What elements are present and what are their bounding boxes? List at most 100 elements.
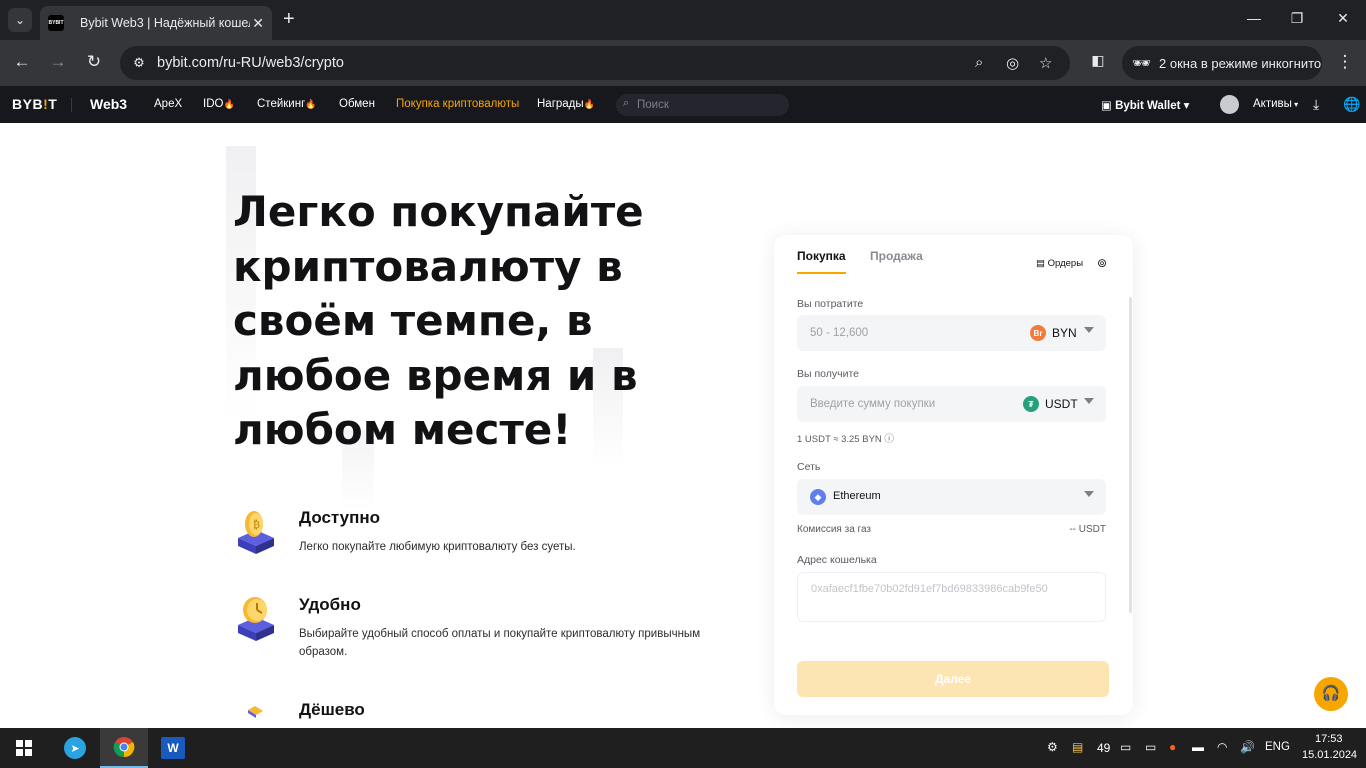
fire-icon: 🔥 [223, 99, 235, 109]
assets-label: Активы [1253, 98, 1292, 110]
clock-time[interactable]: 17:53 [1315, 733, 1343, 745]
wallet-icon: ▣ [1101, 100, 1116, 112]
tray-device-icon[interactable]: ▭ [1145, 740, 1156, 754]
network-label: Сеть [797, 461, 821, 473]
nav-link-label: Стейкинг [257, 98, 306, 110]
chevron-down-icon: ▾ [1291, 100, 1299, 109]
tray-network-activity-icon[interactable]: ⚙ [1047, 740, 1058, 754]
chevron-down-icon[interactable] [1084, 398, 1094, 404]
tab-search-button[interactable]: ⌄ [8, 8, 32, 32]
assets-menu[interactable]: Активы ▾ [1253, 98, 1298, 110]
back-arrow-icon[interactable]: ← [11, 52, 33, 72]
ethereum-icon: ◆ [810, 489, 826, 505]
url-text[interactable]: bybit.com/ru-RU/web3/crypto [157, 55, 344, 71]
incognito-indicator[interactable]: 🕶 2 окна в режиме инкогнито [1122, 46, 1322, 80]
active-tab-indicator [797, 272, 846, 274]
tab-sell[interactable]: Продажа [870, 249, 923, 263]
site-info-icon[interactable]: ⚙ [128, 52, 150, 74]
support-headset-icon[interactable]: 🎧 [1314, 677, 1348, 711]
forward-arrow-icon[interactable]: → [47, 52, 69, 72]
tray-display-icon[interactable]: ▭ [1120, 740, 1131, 754]
language-indicator[interactable]: ENG [1265, 741, 1290, 753]
wallet-selector[interactable]: ▣ Bybit Wallet ▾ [1101, 98, 1189, 112]
fire-icon: 🔥 [583, 99, 595, 109]
bybit-favicon-icon: BYBIT [48, 15, 64, 31]
network-select[interactable]: ◆ Ethereum [797, 479, 1106, 515]
price-tag-icon [248, 706, 263, 718]
chevron-down-icon[interactable] [1084, 327, 1094, 333]
tray-avast-icon[interactable]: ● [1169, 740, 1176, 754]
globe-icon[interactable]: 🌐 [1343, 96, 1360, 113]
settings-icon[interactable]: ⊚ [1097, 256, 1107, 270]
rate-text: 1 USDT ≈ 3.25 BYN [797, 434, 882, 445]
exchange-rate: 1 USDT ≈ 3.25 BYN ⓘ [797, 431, 894, 445]
spend-currency-select[interactable]: Br BYN [1030, 325, 1077, 341]
avatar[interactable] [1220, 95, 1239, 114]
spend-label: Вы потратите [797, 298, 864, 310]
nav-link-rewards[interactable]: Награды🔥 [537, 98, 595, 110]
zoom-icon[interactable]: ⌕ [975, 54, 983, 71]
svg-text:₿: ₿ [253, 519, 260, 531]
bookmark-star-icon[interactable]: ☆ [1039, 54, 1052, 72]
volume-icon[interactable]: 🔊 [1240, 740, 1255, 754]
spend-amount-input[interactable] [810, 315, 1010, 351]
spend-field: Br BYN [797, 315, 1106, 351]
tray-app-icon[interactable]: ▤ [1072, 740, 1083, 754]
reload-icon[interactable]: ↻ [83, 52, 105, 72]
restore-icon[interactable]: ❐ [1287, 10, 1307, 27]
tab-title: Bybit Web3 | Надёжный кошелёк [80, 16, 250, 30]
tab-buy[interactable]: Покупка [797, 249, 846, 263]
new-tab-button[interactable]: + [283, 8, 295, 30]
word-icon: W [161, 737, 185, 759]
search-icon: ⌕ [623, 97, 630, 109]
tray-temperature[interactable]: 49 [1097, 741, 1110, 755]
chevron-down-icon[interactable] [1084, 491, 1094, 497]
chrome-app[interactable] [100, 728, 148, 768]
browser-tab[interactable]: BYBIT Bybit Web3 | Надёжный кошелёк ✕ [40, 6, 272, 40]
wallet-address-field[interactable]: 0xafaecf1fbe70b02fd91ef7bd69833986cab9fe… [797, 572, 1106, 622]
wifi-icon[interactable]: ◠ [1217, 740, 1227, 754]
receive-currency-select[interactable]: ₮ USDT [1023, 396, 1078, 412]
logo-text-tail: T [48, 96, 58, 112]
close-tab-icon[interactable]: ✕ [252, 15, 264, 32]
incognito-icon: 🕶 [1132, 55, 1152, 72]
receive-field: ₮ USDT [797, 386, 1106, 422]
web3-brand[interactable]: Web3 [90, 96, 127, 112]
telegram-app[interactable]: ➤ [51, 728, 99, 768]
eye-off-icon[interactable]: ◎ [1006, 54, 1019, 72]
search-input[interactable] [637, 94, 777, 116]
feature-description: Выбирайте удобный способ оплаты и покупа… [299, 628, 701, 658]
windows-start-button[interactable] [0, 728, 48, 768]
orders-label: Ордеры [1047, 258, 1084, 269]
fire-icon: 🔥 [305, 99, 317, 109]
nav-link-ido[interactable]: IDO🔥 [203, 98, 235, 110]
nav-link-staking[interactable]: Стейкинг🔥 [257, 98, 316, 110]
windows-taskbar: ➤ W ⚙ ▤ 49 ▭ ▭ ● ▬ ◠ 🔊 ENG 17:53 15.01.2… [0, 728, 1366, 768]
nav-link-apex[interactable]: ApeX [154, 98, 182, 110]
bybit-logo[interactable]: BYB!T [12, 96, 57, 112]
minimize-icon[interactable]: — [1244, 10, 1264, 26]
hero-title: Легко покупайте криптовалюту в своём тем… [233, 187, 644, 454]
address-bar[interactable]: ⚙ bybit.com/ru-RU/web3/crypto ⌕ ◎ ☆ [120, 46, 1070, 80]
clock-date[interactable]: 15.01.2024 [1302, 749, 1357, 761]
nav-link-buy-crypto[interactable]: Покупка криптовалюты [396, 98, 519, 110]
word-app[interactable]: W [149, 728, 197, 768]
close-window-icon[interactable]: ✕ [1333, 10, 1353, 27]
windows-logo-icon [16, 740, 32, 756]
download-icon[interactable]: ⤓ [1313, 96, 1319, 113]
orders-link[interactable]: ▤ Ордеры [1036, 258, 1083, 269]
info-icon[interactable]: ⓘ [884, 434, 894, 445]
next-button[interactable]: Далее [797, 661, 1109, 697]
nav-link-label: IDO [203, 98, 224, 110]
site-search[interactable]: ⌕ [616, 94, 789, 116]
gas-fee-label: Комиссия за газ [797, 524, 872, 535]
browser-tab-strip: ⌄ BYBIT Bybit Web3 | Надёжный кошелёк ✕ … [0, 0, 1366, 40]
logo-divider [71, 98, 72, 112]
nav-link-swap[interactable]: Обмен [339, 98, 375, 110]
menu-kebab-icon[interactable]: ⋮ [1334, 52, 1356, 72]
side-panel-icon[interactable]: ◧ [1087, 52, 1109, 69]
tray-battery-icon[interactable]: ▬ [1192, 740, 1204, 754]
receive-amount-input[interactable] [810, 386, 1010, 422]
widget-scrollbar[interactable] [1129, 297, 1132, 613]
wallet-address-label: Адрес кошелька [797, 554, 877, 566]
